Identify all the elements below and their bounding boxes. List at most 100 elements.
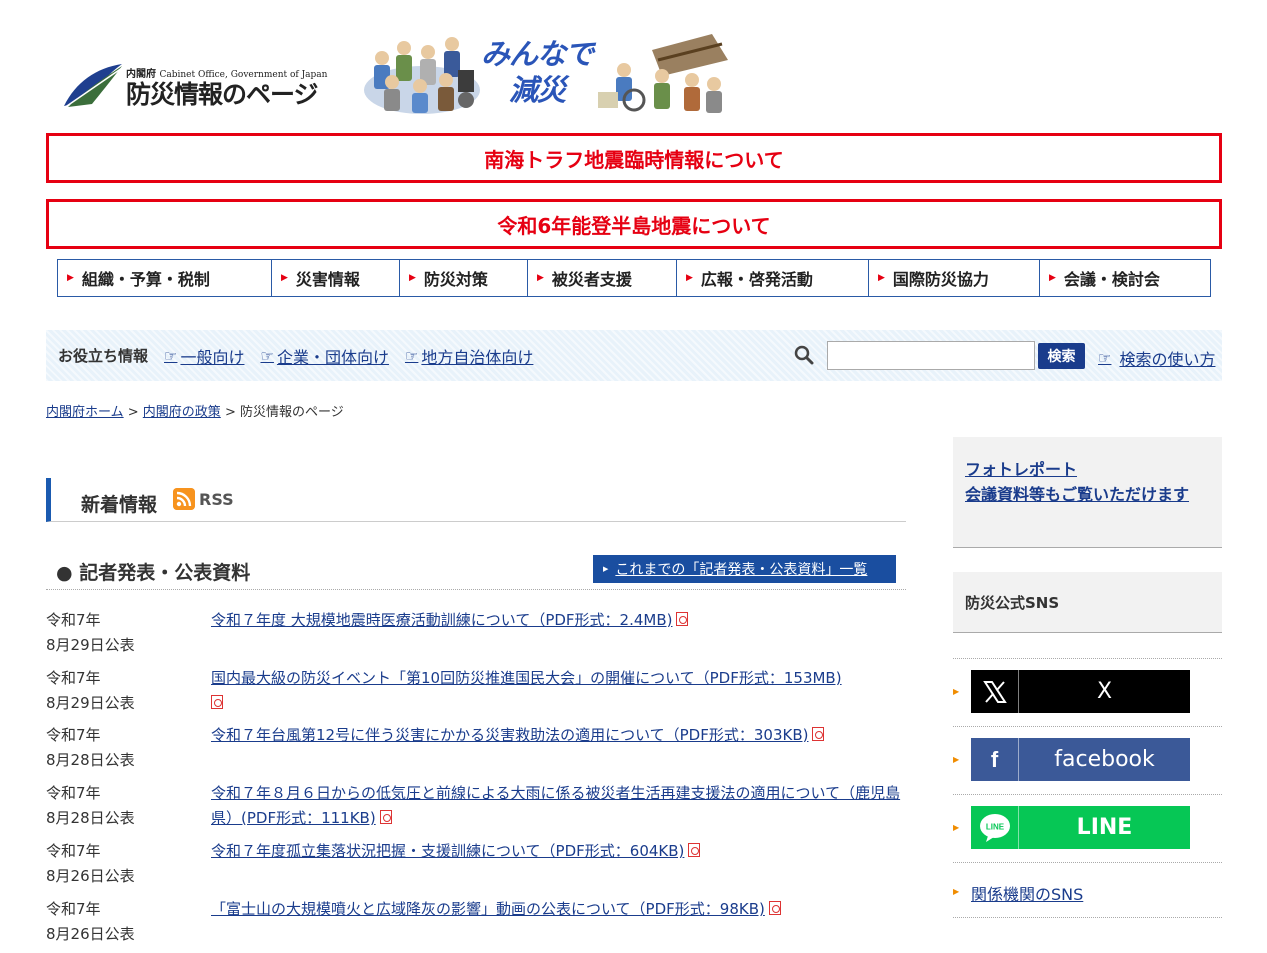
news-date-year: 令和7年 (46, 611, 101, 629)
gnav-item-victim-support[interactable]: ▶ 被災者支援 (528, 260, 677, 296)
sns-facebook-button[interactable]: f facebook (971, 738, 1190, 781)
news-link[interactable]: 国内最大級の防災イベント「第10回防災推進国民大会」の開催について（PDF形式：… (211, 669, 842, 687)
breadcrumb-policy-link[interactable]: 内閣府の政策 (143, 405, 221, 420)
info-link-local-government[interactable]: ☞ 地方自治体向け (405, 344, 533, 368)
alert-noto-earthquake-link[interactable]: 令和6年能登半島地震について (46, 199, 1222, 249)
triangle-right-icon: ▶ (953, 687, 960, 696)
press-archive-button[interactable]: ▶ これまでの「記者発表・公表資料」一覧 (593, 555, 896, 583)
search-help-link[interactable]: ☞ 検索の使い方 (1098, 346, 1215, 370)
photo-report-link[interactable]: フォトレポート 会議資料等もご覧いただけます (965, 457, 1210, 507)
news-link[interactable]: 令和７年度孤立集落状況把握・支援訓練について（PDF形式：604KB) (211, 842, 684, 860)
news-date-day: 8月26日公表 (46, 867, 135, 885)
pointing-hand-icon: ☞ (404, 346, 419, 365)
sns-line-label: LINE (1076, 815, 1133, 840)
breadcrumb-separator: > (220, 405, 240, 420)
news-date-year: 令和7年 (46, 784, 101, 802)
news-link[interactable]: 令和７年台風第12号に伴う災害にかかる災害救助法の適用について（PDF形式：30… (211, 726, 808, 744)
leaf-logo-icon (63, 64, 123, 109)
search-icon (794, 345, 814, 365)
rss-icon (173, 488, 195, 510)
gnav-label: 会議・検討会 (1063, 270, 1160, 289)
pointing-hand-icon: ☞ (260, 346, 274, 365)
news-link[interactable]: 「富士山の大規模噴火と広域降灰の影響」動画の公表について（PDF形式：98KB) (211, 900, 765, 918)
news-item: 令和7年 8月29日公表 国内最大級の防災イベント「第10回防災推進国民大会」の開… (46, 666, 906, 723)
sns-row-facebook: ▶ f facebook (953, 726, 1222, 794)
pdf-icon (768, 901, 781, 915)
gnav-label: 広報・啓発活動 (700, 270, 813, 289)
news-title: 新着情報 (81, 494, 158, 516)
news-date: 令和7年 8月26日公表 (46, 839, 211, 897)
triangle-right-icon: ▶ (409, 273, 416, 283)
sns-x-button[interactable]: X (971, 670, 1190, 713)
news-date-year: 令和7年 (46, 726, 101, 744)
search-help-label: 検索の使い方 (1119, 350, 1216, 369)
line-logo-icon: LINE (971, 806, 1019, 849)
triangle-right-icon: ▶ (281, 273, 288, 283)
photo-report-line1: フォトレポート (965, 460, 1078, 479)
gnav-item-meetings[interactable]: ▶ 会議・検討会 (1040, 260, 1210, 296)
global-nav: ▶ 組織・予算・税制 ▶ 災害情報 ▶ 防災対策 ▶ 被災者支援 ▶ 広報・啓発活動 ▶ 国… (57, 259, 1211, 297)
gnav-item-countermeasures[interactable]: ▶ 防災対策 (400, 260, 528, 296)
pointing-hand-icon: ☞ (164, 346, 178, 365)
sns-row-x: ▶ X (953, 658, 1222, 726)
news-date-day: 8月26日公表 (46, 925, 135, 943)
news-item: 令和7年 8月26日公表 「富士山の大規模噴火と広域降灰の影響」動画の公表について… (46, 897, 906, 953)
info-link-label: 地方自治体向け (421, 347, 534, 367)
triangle-right-icon: ▶ (1049, 273, 1056, 283)
sns-line-button[interactable]: LINE LINE (971, 806, 1190, 849)
pdf-icon (812, 727, 825, 741)
sns-title: 防災公式SNS (953, 572, 1222, 633)
news-date-day: 8月28日公表 (46, 751, 135, 769)
info-link-label: 企業・団体向け (276, 347, 389, 367)
rss-link[interactable]: RSS (173, 488, 234, 510)
gnav-label: 防災対策 (423, 270, 488, 289)
search-input[interactable] (827, 341, 1035, 370)
triangle-right-icon: ▶ (67, 273, 74, 283)
line-icon-text: LINE (985, 822, 1004, 831)
news-date: 令和7年 8月28日公表 (46, 781, 211, 839)
useful-info-bar: お役立ち情報 ☞ 一般向け ☞ 企業・団体向け ☞ 地方自治体向け 検索 ☞ 検索の使い… (46, 330, 1222, 381)
press-archive-label: これまでの「記者発表・公表資料」一覧 (615, 562, 868, 578)
news-date-day: 8月29日公表 (46, 694, 135, 712)
news-link[interactable]: 令和７年度 大規模地震時医療活動訓練について（PDF形式：2.4MB) (211, 611, 672, 629)
gnav-item-international[interactable]: ▶ 国際防災協力 (869, 260, 1040, 296)
site-logo[interactable]: 内閣府 Cabinet Office, Government of Japan … (62, 60, 327, 110)
gnav-item-public-relations[interactable]: ▶ 広報・啓発活動 (677, 260, 869, 296)
news-date-year: 令和7年 (46, 842, 101, 860)
sns-facebook-label: facebook (1054, 747, 1155, 772)
alert-nankai-trough-link[interactable]: 南海トラフ地震臨時情報について (46, 133, 1222, 183)
news-date-year: 令和7年 (46, 669, 101, 687)
photo-report-box: フォトレポート 会議資料等もご覧いただけます (953, 437, 1222, 548)
gnav-label: 災害情報 (295, 270, 360, 289)
pdf-icon (379, 810, 392, 824)
sns-x-label: X (1096, 679, 1113, 704)
banner-slogan: みんなで 減災 (472, 36, 602, 108)
info-link-label: 一般向け (180, 347, 245, 367)
news-date-day: 8月28日公表 (46, 809, 135, 827)
related-agencies-sns-link[interactable]: 関係機関のSNS (971, 881, 1083, 905)
news-item: 令和7年 8月28日公表 令和７年台風第12号に伴う災害にかかる災害救助法の適用に… (46, 723, 906, 781)
triangle-right-icon: ▶ (603, 565, 609, 573)
gnav-label: 組織・予算・税制 (81, 270, 210, 289)
info-link-general[interactable]: ☞ 一般向け (164, 344, 244, 368)
news-link[interactable]: 令和７年８月６日からの低気圧と前線による大雨に係る被災者生活再建支援法の適用につ… (211, 784, 900, 827)
x-logo-icon (971, 670, 1019, 713)
triangle-right-icon: ▶ (953, 823, 960, 832)
info-link-business[interactable]: ☞ 企業・団体向け (260, 344, 388, 368)
breadcrumb-home-link[interactable]: 内閣府ホーム (46, 405, 124, 420)
news-date-day: 8月29日公表 (46, 636, 135, 654)
pdf-icon (211, 695, 223, 709)
search-button[interactable]: 検索 (1038, 343, 1085, 369)
news-date: 令和7年 8月28日公表 (46, 723, 211, 781)
news-date-year: 令和7年 (46, 900, 101, 918)
gnav-item-disaster-info[interactable]: ▶ 災害情報 (272, 260, 400, 296)
gnav-item-organization[interactable]: ▶ 組織・予算・税制 (58, 260, 272, 296)
facebook-logo-icon: f (971, 738, 1019, 781)
news-list: 令和7年 8月29日公表 令和７年度 大規模地震時医療活動訓練について（PDF形式… (46, 608, 906, 953)
logo-title: 防災情報のページ (126, 80, 319, 109)
pointing-hand-icon: ☞ (1098, 349, 1112, 367)
gnav-label: 被災者支援 (551, 270, 632, 289)
press-title: ● 記者発表・公表資料 (56, 562, 251, 584)
triangle-right-icon: ▶ (953, 755, 960, 764)
press-section-header: ● 記者発表・公表資料 ▶ これまでの「記者発表・公表資料」一覧 (46, 553, 906, 590)
